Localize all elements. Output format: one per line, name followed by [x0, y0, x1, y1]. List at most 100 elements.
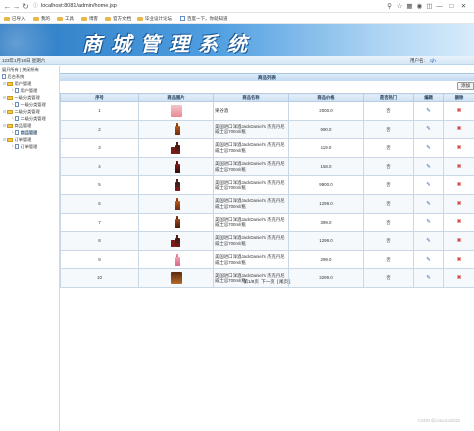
bookmark-imported[interactable]: 已导入 — [4, 15, 26, 22]
tree-folder-item[interactable]: ⊟ 用户管理 — [0, 80, 59, 87]
banner-title: 商城管理系统 — [82, 32, 256, 56]
edit-icon[interactable]: ✎ — [426, 108, 432, 114]
delete-icon[interactable]: ✖ — [456, 219, 462, 225]
cell-name: 美国进口洋酒JackDaniel's 杰克丹尼威士忌700ml/瓶 — [213, 212, 289, 233]
delete-icon[interactable]: ✖ — [456, 257, 462, 263]
product-bottle-shape — [174, 216, 180, 229]
edit-icon[interactable]: ✎ — [426, 126, 432, 132]
collapse-all-link[interactable]: 关闭所有 — [22, 67, 39, 72]
cell-image — [138, 212, 214, 233]
edit-icon[interactable]: ✎ — [426, 257, 432, 263]
delete-icon[interactable]: ✖ — [456, 145, 462, 151]
table-header-row: 序号 商品图片 商品名称 商品价格 是否热门 编辑 删除 — [60, 93, 474, 102]
back-icon[interactable]: ← — [3, 2, 12, 11]
cell-no: 9 — [60, 249, 139, 270]
tree-item-label: 商品管理 — [20, 130, 38, 135]
split-icon[interactable]: ◫ — [425, 2, 434, 11]
cell-price: 9900.0 — [288, 175, 364, 195]
cell-delete: ✖ — [443, 212, 474, 233]
tree-folder-item[interactable]: ⊟ 商品管理 — [0, 122, 59, 129]
forward-icon[interactable]: → — [12, 2, 21, 11]
profile-icon[interactable]: ◉ — [415, 2, 424, 11]
reload-icon[interactable]: ↻ — [21, 2, 30, 11]
tree-folder-item[interactable]: ⊟ 一级分类管理 — [0, 94, 59, 101]
close-icon[interactable]: ✕ — [459, 2, 468, 11]
sidebar: 展开所有 | 关闭所有 后台系统 ⊟ 用户管理 └ 用户管理 ⊟ 一级分类管理 └ 一级分类管… — [0, 66, 60, 431]
cell-name: 美国进口洋酒JackDaniel's 杰克丹尼威士忌700ml/瓶 — [213, 231, 289, 251]
product-table: 序号 商品图片 商品名称 商品价格 是否热门 编辑 删除 1 果谷酒 2000.0 否… — [60, 93, 474, 288]
cell-delete: ✖ — [443, 231, 474, 251]
delete-icon[interactable]: ✖ — [456, 182, 462, 188]
delete-icon[interactable]: ✖ — [456, 238, 462, 244]
browser-toolbar: ← → ↻ ⓘ localhost:8081/admin/home.jsp ⚲ … — [0, 0, 474, 13]
folder-icon — [33, 16, 39, 21]
last-page-link[interactable]: 尾页 — [279, 279, 288, 284]
tree-root[interactable]: 后台系统 — [0, 73, 59, 80]
minimize-icon[interactable]: — — [435, 2, 444, 11]
product-bottle-shape — [174, 234, 180, 247]
page-icon — [15, 88, 19, 93]
expand-all-link[interactable]: 展开所有 — [2, 67, 19, 72]
edit-icon[interactable]: ✎ — [426, 164, 432, 170]
edit-icon[interactable]: ✎ — [426, 182, 432, 188]
page-icon — [15, 130, 19, 135]
bookmark-mine[interactable]: 我的 — [33, 15, 50, 22]
delete-icon[interactable]: ✖ — [456, 126, 462, 132]
bookmark-baidu[interactable]: 百度一下，你就知道 — [180, 15, 228, 22]
add-product-button[interactable]: 添加 — [457, 82, 474, 90]
edit-icon[interactable]: ✎ — [426, 219, 432, 225]
page-icon — [15, 102, 19, 107]
info-icon[interactable]: ⓘ — [33, 2, 38, 11]
cell-name: 美国进口洋酒JackDaniel's 杰克丹尼威士忌700ml/瓶 — [213, 193, 289, 214]
col-header-price: 商品价格 — [288, 93, 364, 102]
page-icon — [15, 116, 19, 121]
delete-icon[interactable]: ✖ — [456, 201, 462, 207]
product-box-shape — [170, 104, 182, 117]
cell-edit: ✎ — [413, 119, 444, 140]
star-icon[interactable]: ☆ — [395, 2, 404, 11]
tree-page-item[interactable]: └ 二级分类管理 — [0, 115, 59, 122]
cell-no: 6 — [60, 193, 139, 214]
tree-folder-item[interactable]: ⊟ 二级分类管理 — [0, 108, 59, 115]
tree-page-item[interactable]: └ 订单管理 — [0, 143, 59, 150]
folder-icon — [81, 16, 87, 21]
tree-item-label: 订单管理 — [20, 144, 38, 149]
col-header-name: 商品名称 — [213, 93, 289, 102]
cell-image — [138, 249, 214, 270]
list-title: 商品列表 — [60, 73, 474, 81]
table-row: 9 美国进口洋酒JackDaniel's 杰克丹尼威士忌700ml/瓶 299.0 否… — [60, 249, 474, 270]
extensions-icon[interactable]: ▦ — [405, 2, 414, 11]
bookmark-tools[interactable]: 工具 — [57, 15, 74, 22]
tree-page-item[interactable]: └ 商品管理 — [0, 129, 59, 136]
zoom-icon[interactable]: ⚲ — [385, 2, 394, 11]
table-row: 6 美国进口洋酒JackDaniel's 杰克丹尼威士忌700ml/瓶 1299.0… — [60, 193, 474, 214]
cell-name: 果谷酒 — [213, 101, 289, 121]
bookmark-docs[interactable]: 官方文档 — [105, 15, 131, 22]
table-row: 1 果谷酒 2000.0 否 ✎ ✖ — [60, 101, 474, 121]
bookmark-blog[interactable]: 博客 — [81, 15, 98, 22]
tree-page-item[interactable]: └ 用户管理 — [0, 87, 59, 94]
cell-hot: 否 — [363, 156, 414, 177]
folder-icon — [7, 81, 13, 86]
tree-item-label: 商品管理 — [14, 123, 32, 128]
delete-icon[interactable]: ✖ — [456, 108, 462, 114]
edit-icon[interactable]: ✎ — [426, 201, 432, 207]
edit-icon[interactable]: ✎ — [426, 238, 432, 244]
address-bar[interactable]: ⓘ localhost:8081/admin/home.jsp — [33, 2, 383, 11]
tree-folder-item[interactable]: ⊟ 订单管理 — [0, 136, 59, 143]
cell-no: 2 — [60, 119, 139, 140]
product-image — [170, 234, 183, 248]
folder-icon — [4, 16, 10, 21]
delete-icon[interactable]: ✖ — [456, 164, 462, 170]
next-page-link[interactable]: 下一页 — [261, 279, 275, 284]
tree-page-item[interactable]: └ 一级分类管理 — [0, 101, 59, 108]
bookmark-forum[interactable]: 毕业设计论坛 — [137, 15, 172, 22]
product-image — [170, 253, 183, 267]
username: cjh — [430, 58, 436, 63]
cell-name: 美国进口洋酒JackDaniel's 杰克丹尼威士忌700ml/瓶 — [213, 138, 289, 158]
edit-icon[interactable]: ✎ — [426, 145, 432, 151]
cell-hot: 否 — [363, 249, 414, 270]
cell-no: 4 — [60, 156, 139, 177]
product-bottle-shape — [174, 197, 180, 210]
maximize-icon[interactable]: □ — [447, 2, 456, 11]
